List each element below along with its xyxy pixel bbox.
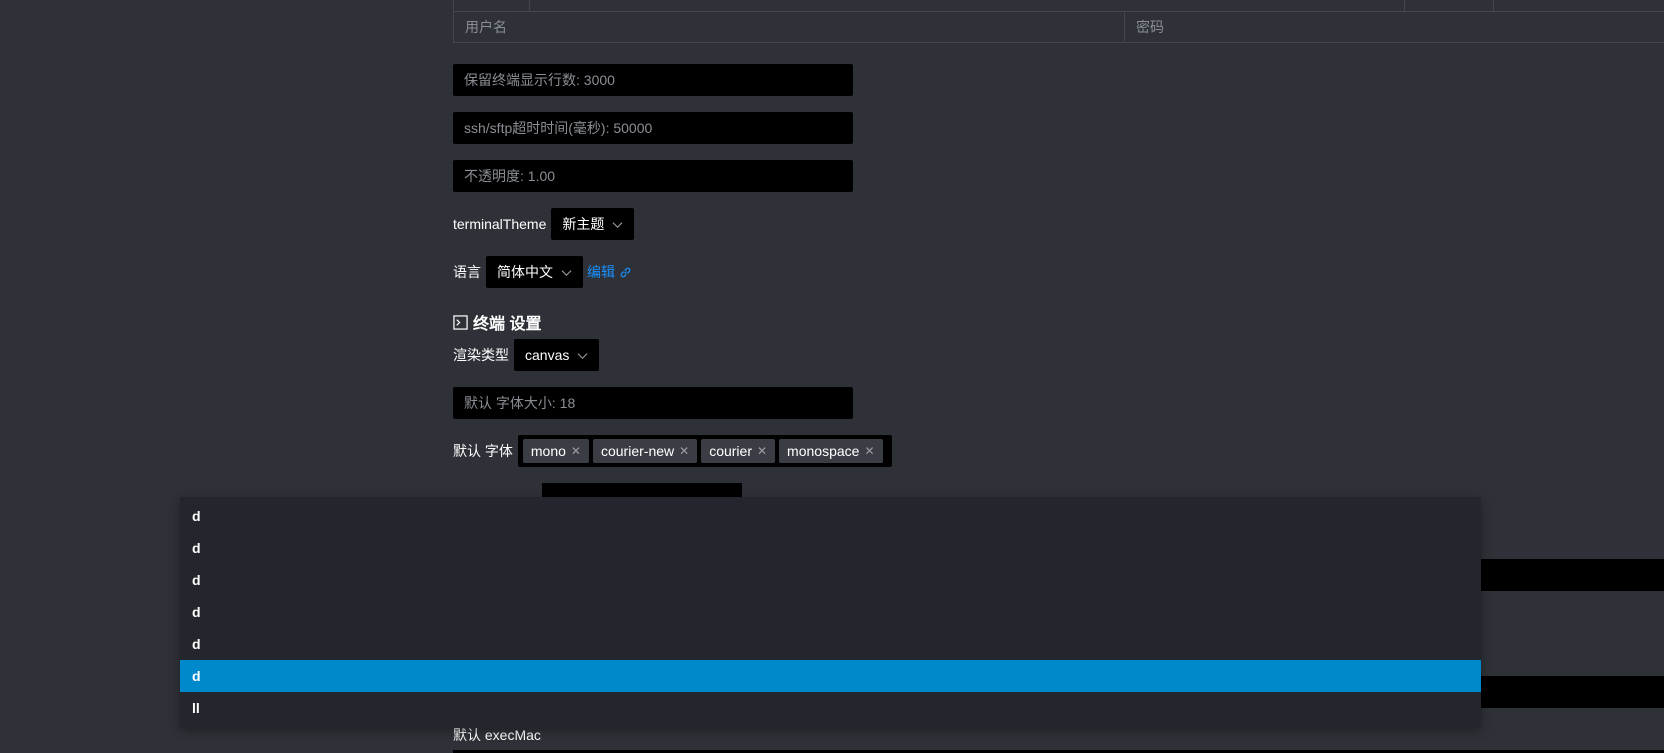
autocomplete-dropdown: d d d d d d ll	[180, 497, 1481, 728]
default-font-row: 默认 字体 mono ✕ courier-new ✕ courier ✕ mon…	[453, 435, 892, 467]
dropdown-option[interactable]: d	[180, 532, 1481, 564]
close-icon[interactable]: ✕	[864, 444, 874, 458]
language-value: 简体中文	[497, 264, 553, 280]
terminal-settings-title: 终端 设置	[453, 311, 541, 333]
dropdown-option[interactable]: ll	[180, 692, 1481, 724]
font-tag: monospace ✕	[779, 439, 883, 463]
render-type-value: canvas	[525, 347, 570, 363]
chevron-down-icon	[612, 221, 623, 228]
language-label: 语言	[453, 264, 481, 280]
font-tag: courier ✕	[701, 439, 776, 463]
password-input[interactable]: 密码	[1125, 12, 1664, 42]
link-icon	[620, 267, 631, 277]
font-tags-select[interactable]: mono ✕ courier-new ✕ courier ✕ monospace…	[517, 435, 892, 467]
default-font-label: 默认 字体	[453, 443, 513, 459]
language-row: 语言 简体中文 编辑	[453, 256, 632, 288]
font-tag-label: courier-new	[600, 443, 675, 459]
edit-language-link[interactable]: 编辑	[587, 262, 632, 282]
dropdown-option[interactable]: d	[180, 628, 1481, 660]
terminal-icon	[453, 314, 468, 330]
edit-language-label: 编辑	[587, 264, 615, 280]
font-tag: courier-new ✕	[592, 439, 698, 463]
hidden-input-partial[interactable]	[1480, 559, 1664, 591]
ssh-timeout-input[interactable]: ssh/sftp超时时间(毫秒): 50000	[453, 112, 853, 144]
terminal-theme-label: terminalTheme	[453, 216, 547, 232]
font-tag-label: courier	[709, 443, 752, 459]
terminal-theme-row: terminalTheme 新主题	[453, 208, 635, 240]
dropdown-option[interactable]: d	[180, 596, 1481, 628]
font-size-input[interactable]: 默认 字体大小: 18	[453, 387, 853, 419]
terminal-settings-title-text: 终端 设置	[473, 316, 542, 333]
close-icon[interactable]: ✕	[679, 444, 689, 458]
proxy-credentials-row: 用户名 密码	[453, 11, 1664, 43]
terminal-theme-value: 新主题	[562, 216, 605, 232]
exec-mac-label: 默认 execMac	[453, 727, 541, 743]
font-tag-label: monospace	[787, 443, 860, 459]
render-type-select[interactable]: canvas	[514, 339, 600, 371]
dropdown-option-active[interactable]: d	[180, 660, 1481, 692]
font-tag: mono ✕	[522, 439, 589, 463]
terminal-type-select-partial[interactable]	[542, 483, 742, 497]
chevron-down-icon	[561, 269, 572, 276]
terminal-lines-input[interactable]: 保留终端显示行数: 3000	[453, 64, 853, 96]
language-select[interactable]: 简体中文	[486, 256, 583, 288]
render-type-row: 渲染类型 canvas	[453, 339, 600, 371]
font-tag-label: mono	[530, 443, 566, 459]
dropdown-option[interactable]: d	[180, 564, 1481, 596]
close-icon[interactable]: ✕	[571, 444, 581, 458]
username-input[interactable]: 用户名	[454, 12, 1125, 42]
render-type-label: 渲染类型	[453, 347, 509, 363]
close-icon[interactable]: ✕	[757, 444, 767, 458]
terminal-theme-select[interactable]: 新主题	[551, 208, 635, 240]
chevron-down-icon	[577, 352, 588, 359]
opacity-input[interactable]: 不透明度: 1.00	[453, 160, 853, 192]
dropdown-option[interactable]: d	[180, 500, 1481, 532]
hidden-input-partial[interactable]	[1480, 676, 1664, 708]
